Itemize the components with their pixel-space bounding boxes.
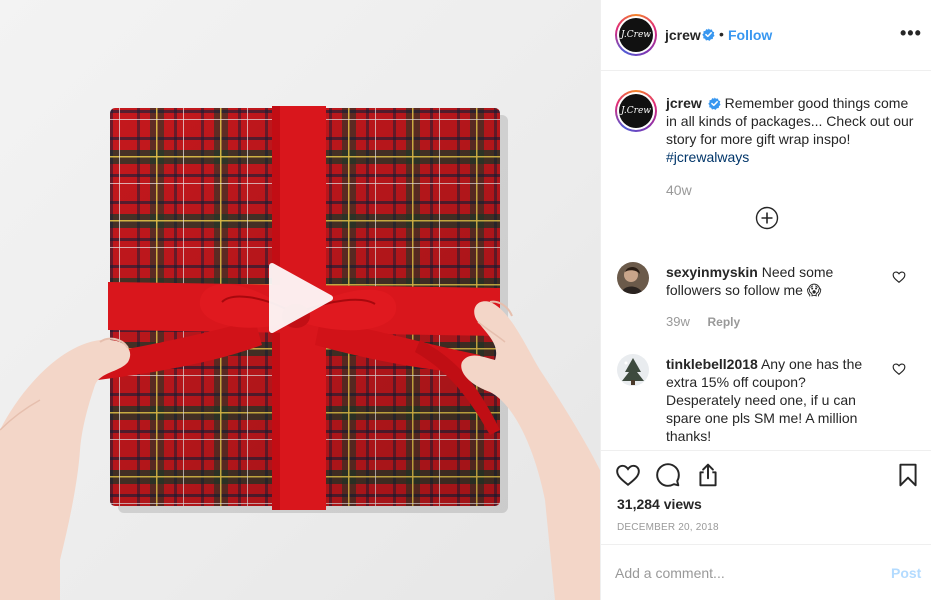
post-header: J.Crew jcrew • Follow ••• (601, 0, 931, 71)
verified-badge-icon (707, 97, 721, 110)
play-icon (269, 263, 333, 333)
commenter-avatar[interactable] (617, 262, 649, 294)
post-side-panel: J.Crew jcrew • Follow ••• J.Crew jcrew R… (600, 0, 931, 600)
plus-circle-icon[interactable] (755, 206, 779, 230)
comment-composer: Post (601, 544, 931, 600)
comment-like-icon[interactable] (892, 362, 906, 376)
comment-username[interactable]: sexyinmyskin (666, 264, 758, 280)
post-date[interactable]: DECEMBER 20, 2018 (617, 522, 719, 533)
avatar-logo: J.Crew (619, 94, 653, 128)
more-options-icon[interactable]: ••• (900, 24, 922, 42)
caption-author-avatar[interactable]: J.Crew (615, 90, 657, 132)
commenter-avatar[interactable] (617, 354, 649, 386)
share-icon[interactable] (695, 462, 721, 488)
heart-icon[interactable] (615, 462, 641, 488)
caption-hashtag[interactable]: #jcrewalways (666, 149, 749, 165)
post-caption: jcrew Remember good things come in all k… (666, 94, 916, 166)
comment-input[interactable] (615, 563, 870, 583)
post-comment-button[interactable]: Post (891, 565, 921, 581)
commenter-photo (617, 354, 649, 386)
verified-badge-icon (702, 28, 715, 41)
comment-like-icon[interactable] (892, 270, 906, 284)
caption-timestamp[interactable]: 40w (666, 182, 692, 198)
author-avatar[interactable]: J.Crew (615, 14, 657, 56)
author-username[interactable]: jcrew (665, 27, 701, 43)
comment-username[interactable]: tinklebell2018 (666, 356, 758, 372)
post-actions: 31,284 views DECEMBER 20, 2018 Post (601, 450, 931, 600)
post-media[interactable] (0, 0, 600, 600)
comment-meta: 39w Reply (666, 314, 740, 329)
avatar-logo: J.Crew (619, 18, 653, 52)
comments-list[interactable]: J.Crew jcrew Remember good things come i… (601, 72, 931, 450)
comment-body: sexyinmyskin Need some followers so foll… (666, 263, 871, 299)
play-button[interactable] (264, 262, 336, 334)
follow-button[interactable]: Follow (728, 27, 772, 43)
caption-username[interactable]: jcrew (666, 95, 702, 111)
comment-icon[interactable] (655, 462, 681, 488)
view-count[interactable]: 31,284 views (617, 496, 702, 512)
caption-text: Remember good things come in all kinds o… (666, 95, 914, 147)
reply-button[interactable]: Reply (707, 315, 740, 329)
bookmark-icon[interactable] (895, 462, 921, 488)
comment-timestamp[interactable]: 39w (666, 314, 690, 329)
commenter-photo (617, 262, 649, 294)
comment-body: tinklebell2018 Any one has the extra 15%… (666, 355, 871, 445)
separator-dot: • (719, 26, 724, 42)
